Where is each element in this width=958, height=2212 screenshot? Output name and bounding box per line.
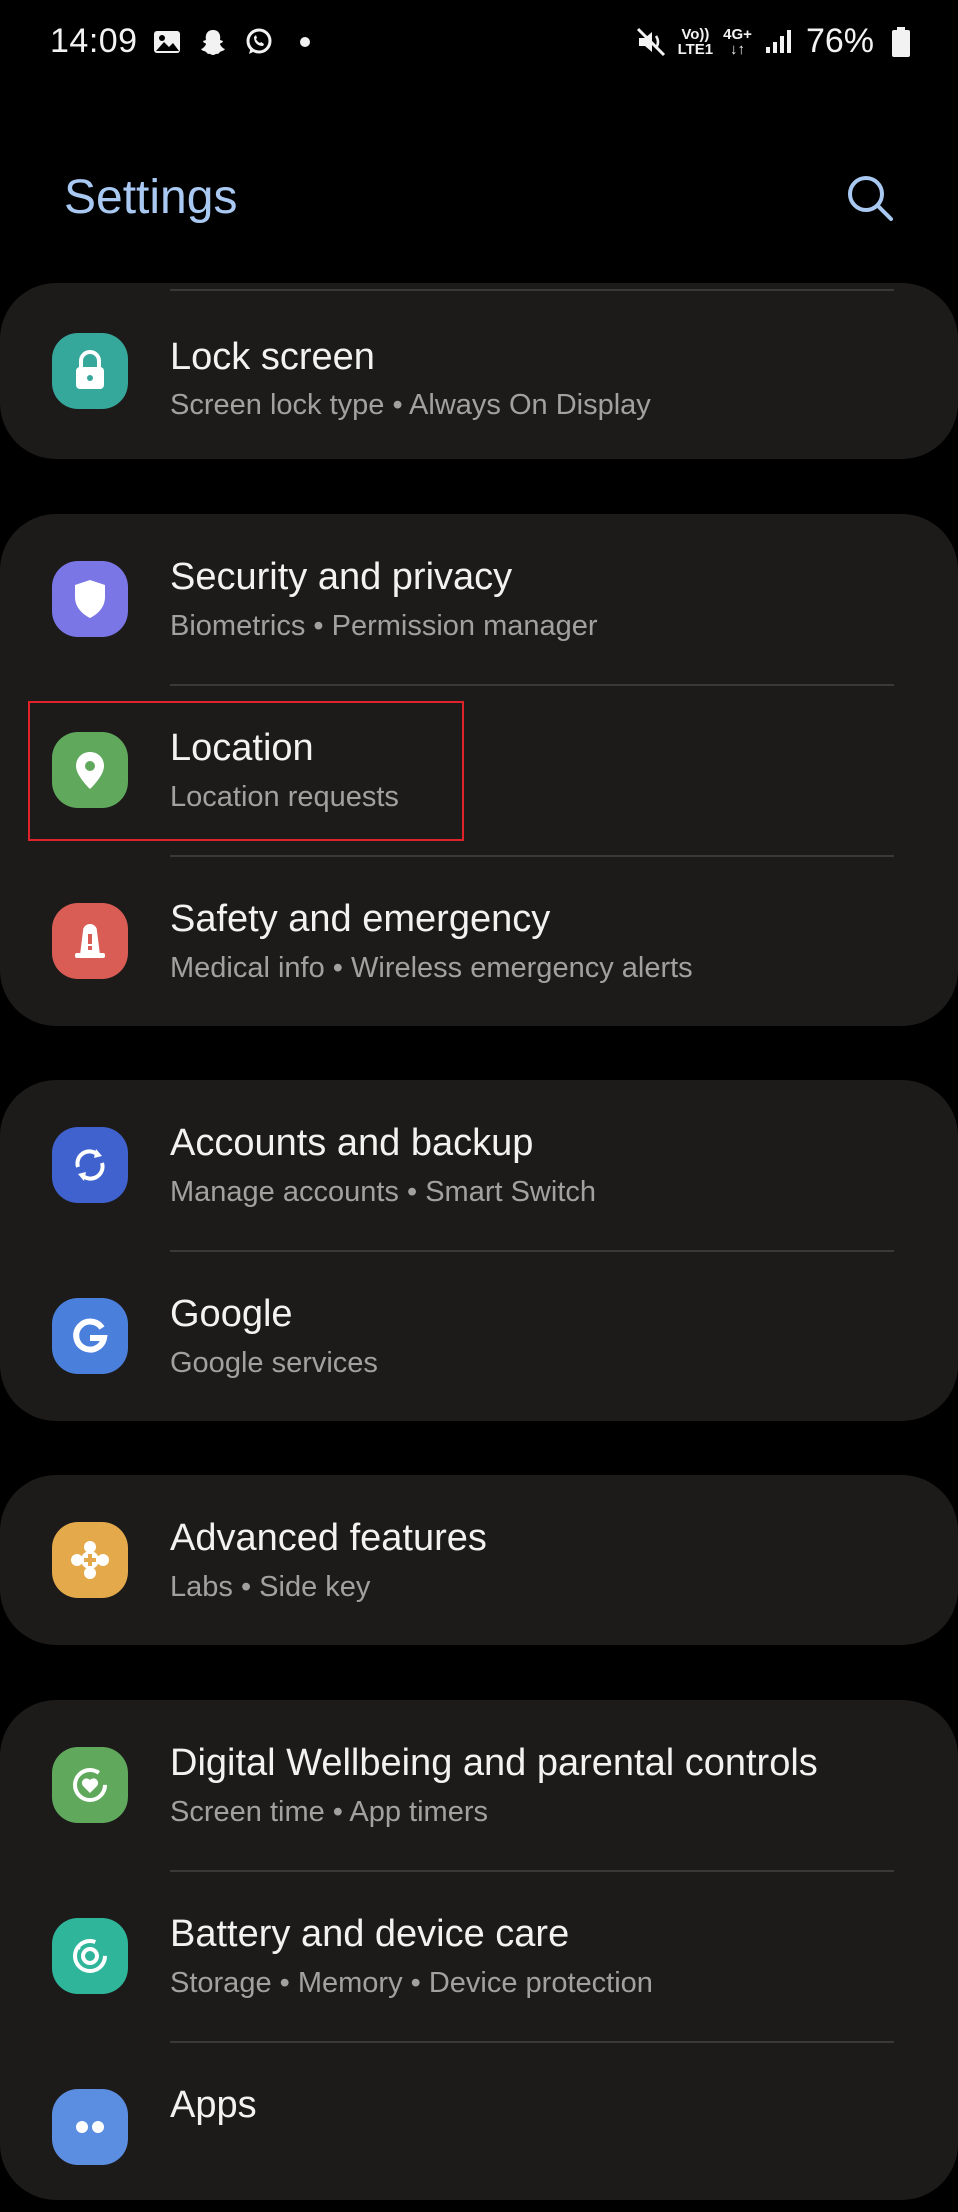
signal-icon (762, 25, 796, 59)
item-title: Lock screen (170, 336, 375, 378)
settings-item-safety-emergency[interactable]: Safety and emergency Medical info • Wire… (0, 856, 958, 1026)
volte-icon: Vo)) LTE1 (678, 27, 714, 57)
item-title: Digital Wellbeing and parental controls (170, 1742, 818, 1784)
settings-group-accounts: Accounts and backup Manage accounts • Sm… (0, 1080, 958, 1421)
settings-group-advanced: Advanced features Labs • Side key (0, 1475, 958, 1645)
data-4g-icon: 4G+ ↓↑ (723, 25, 752, 58)
settings-item-digital-wellbeing[interactable]: Digital Wellbeing and parental controls … (0, 1700, 958, 1870)
settings-item-lock-screen[interactable]: Lock screen Screen lock type • Always On… (0, 286, 958, 456)
settings-group-device: Digital Wellbeing and parental controls … (0, 1700, 958, 2200)
settings-item-battery-device-care[interactable]: Battery and device care Storage • Memory… (0, 1871, 958, 2041)
shield-icon (52, 561, 128, 637)
item-subtitle: Storage • Memory • Device protection (170, 1967, 653, 1999)
item-title: Google (170, 1293, 293, 1335)
gallery-icon (150, 25, 184, 59)
mute-icon (634, 25, 668, 59)
item-title: Advanced features (170, 1517, 487, 1559)
item-subtitle: Labs • Side key (170, 1571, 371, 1603)
item-subtitle: Screen lock type • Always On Display (170, 389, 651, 421)
apps-icon (52, 2089, 128, 2165)
item-title: Accounts and backup (170, 1122, 534, 1164)
device-care-icon (52, 1918, 128, 1994)
battery-percent: 76% (805, 22, 874, 60)
battery-icon (884, 25, 918, 59)
lock-icon (52, 333, 128, 409)
settings-item-security-privacy[interactable]: Security and privacy Biometrics • Permis… (0, 514, 958, 684)
wellbeing-icon (52, 1747, 128, 1823)
item-subtitle: Manage accounts • Smart Switch (170, 1176, 597, 1208)
search-button[interactable] (842, 170, 898, 226)
status-time: 14:09 (50, 22, 138, 60)
settings-group-lock: Lock screen Screen lock type • Always On… (0, 283, 958, 459)
item-title: Apps (170, 2084, 257, 2126)
status-bar: 14:09 Vo)) LTE1 4G+ ↓↑ 76% (0, 0, 958, 90)
dot-icon (288, 25, 322, 59)
snapchat-icon (196, 25, 230, 59)
item-subtitle: Screen time • App timers (170, 1796, 488, 1828)
settings-item-google[interactable]: Google Google services (0, 1251, 958, 1421)
item-title: Battery and device care (170, 1913, 570, 1955)
location-highlight-box (28, 701, 464, 841)
item-subtitle: Biometrics • Permission manager (170, 610, 598, 642)
item-title: Safety and emergency (170, 898, 551, 940)
page-title: Settings (64, 171, 238, 224)
settings-item-apps[interactable]: Apps (0, 2042, 958, 2212)
item-title: Security and privacy (170, 556, 513, 598)
settings-item-accounts-backup[interactable]: Accounts and backup Manage accounts • Sm… (0, 1080, 958, 1250)
item-subtitle: Google services (170, 1347, 378, 1379)
volte-bottom-label: LTE1 (677, 40, 714, 58)
sync-icon (52, 1127, 128, 1203)
network-type-label: 4G+ (723, 25, 752, 43)
google-icon (52, 1298, 128, 1374)
emergency-icon (52, 903, 128, 979)
search-icon (848, 176, 893, 221)
whatsapp-icon (242, 25, 276, 59)
puzzle-icon (52, 1522, 128, 1598)
settings-item-advanced-features[interactable]: Advanced features Labs • Side key (0, 1475, 958, 1645)
volte-top-label: Vo)) (681, 25, 710, 43)
item-subtitle: Medical info • Wireless emergency alerts (170, 952, 693, 984)
